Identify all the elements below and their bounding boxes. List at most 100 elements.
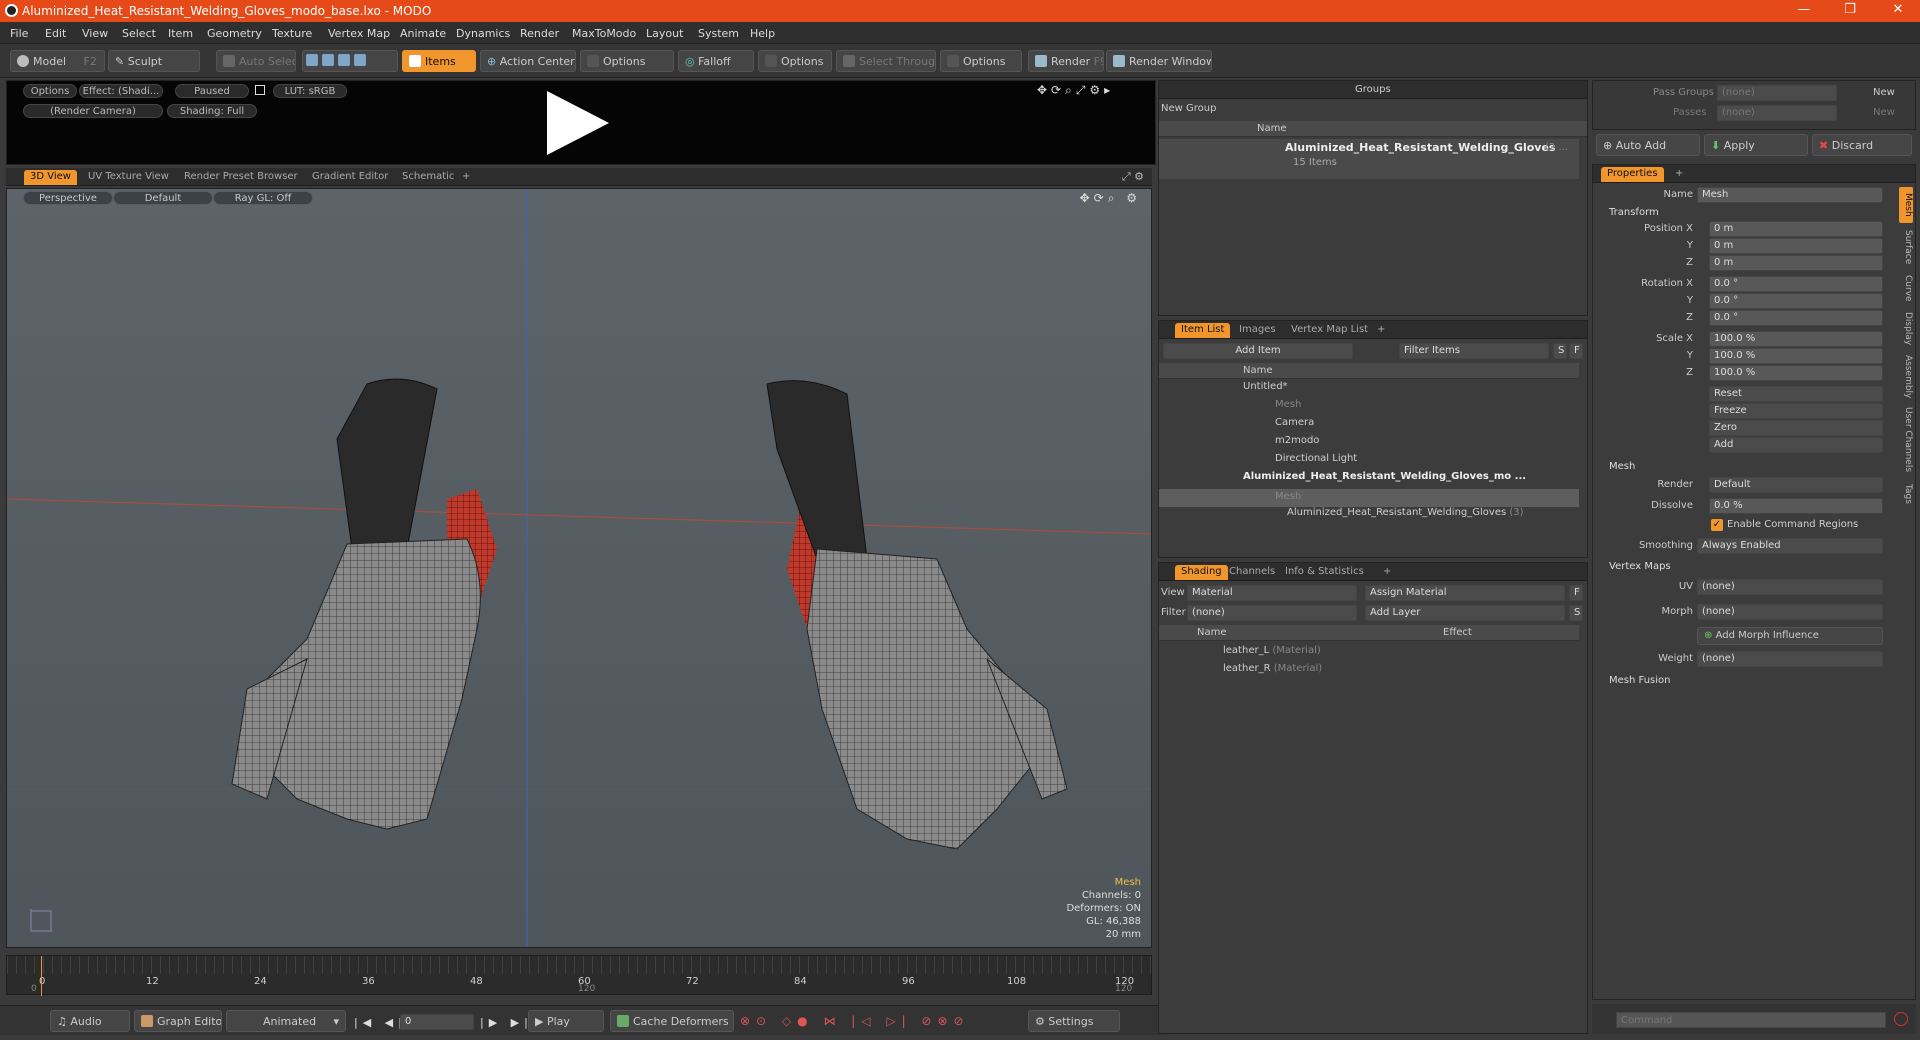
tab-vertex-map-list[interactable]: Vertex Map List [1285,323,1374,338]
shading-f-button[interactable]: F [1569,585,1583,601]
keyframe-controls[interactable]: ⊗⊙ ◇● ⋈ |◁ ▷| ⊘⊗⊘ [740,1014,970,1028]
add-tab-button[interactable]: + [456,170,476,185]
forward-controls[interactable]: |▶ ▶| [480,1016,533,1029]
item-untitled[interactable]: Untitled* [1243,381,1288,397]
filter-items-field[interactable]: Filter Items [1399,343,1549,359]
vertices-icon[interactable] [306,54,318,66]
menu-texture[interactable]: Texture [272,27,312,40]
rotation-z-field[interactable]: 0.0 ° [1709,310,1883,326]
tab-uv-texture-view[interactable]: UV Texture View [82,170,175,185]
render-button[interactable]: Render F9 [1028,50,1104,72]
maximize-button[interactable]: ❐ [1840,2,1860,17]
side-tab-user-channels[interactable]: User Channels [1899,405,1913,475]
tab-schematic[interactable]: Schematic [396,170,460,185]
select-through-options-button[interactable]: Options [940,50,1022,72]
filter-dropdown[interactable]: (none) [1187,605,1357,621]
filter-f-button[interactable]: F [1569,343,1583,359]
current-frame-field[interactable]: 0 [400,1014,474,1030]
scale-z-field[interactable]: 100.0 % [1709,365,1883,381]
mesh-section[interactable]: Mesh [1609,461,1635,472]
menu-system[interactable]: System [698,27,739,40]
filter-s-button[interactable]: S [1553,343,1567,359]
action-center-button[interactable]: ⊕ Action Center [480,50,576,72]
selection-mode-buttons[interactable] [302,50,398,72]
tab-render-preset-browser[interactable]: Render Preset Browser [178,170,304,185]
item-gloves-scene[interactable]: Aluminized_Heat_Resistant_Welding_Gloves… [1243,471,1526,487]
close-button[interactable]: ✕ [1888,2,1908,17]
preview-view-controls[interactable]: ✥⟳⌕⤢⚙▸ [1037,83,1114,98]
dissolve-field[interactable]: 0.0 % [1709,498,1883,514]
sculpt-mode-button[interactable]: ✎ Sculpt [108,50,200,72]
command-input[interactable] [1616,1012,1886,1028]
menu-help[interactable]: Help [750,27,775,40]
position-z-field[interactable]: 0 m [1709,255,1883,271]
tab-channels[interactable]: Channels [1223,565,1281,580]
playhead[interactable] [41,956,42,996]
3d-viewport[interactable]: Perspective Default Ray GL: Off ✥⟳⌕ ⚙ Me… [6,188,1152,948]
name-field[interactable]: Mesh [1697,187,1883,203]
play-button[interactable]: ▶ Play [528,1010,604,1032]
menu-select[interactable]: Select [122,27,156,40]
tab-gradient-editor[interactable]: Gradient Editor [306,170,394,185]
morph-dropdown[interactable]: (none) [1697,604,1883,620]
menu-animate[interactable]: Animate [400,27,446,40]
tab-images[interactable]: Images [1233,323,1282,338]
side-tab-tags[interactable]: Tags [1899,479,1913,509]
new-group-button[interactable]: New Group [1161,103,1216,114]
mesh-fusion-section[interactable]: Mesh Fusion [1609,675,1671,686]
discard-button[interactable]: ✖ Discard [1812,134,1912,156]
falloff-button[interactable]: ◎ Falloff [678,50,754,72]
item-camera[interactable]: Camera [1275,417,1314,433]
side-tab-surface[interactable]: Surface [1899,227,1913,267]
settings-button[interactable]: ⚙ Settings [1028,1010,1120,1032]
reset-dropdown[interactable]: Reset [1709,386,1883,402]
command-stop-icon[interactable] [1894,1012,1908,1026]
action-center-options-button[interactable]: Options [580,50,674,72]
render-preview[interactable]: Options Effect: (Shadi... Paused LUT: sR… [6,80,1156,165]
items-mode-button[interactable]: Items [402,50,476,72]
new-pass-group-button[interactable]: New [1873,87,1895,98]
transform-section[interactable]: Transform [1609,207,1659,218]
tab-properties[interactable]: Properties [1601,167,1664,182]
audio-button[interactable]: ♫ Audio [50,1010,130,1032]
polygons-icon[interactable] [338,54,350,66]
vertex-maps-section[interactable]: Vertex Maps [1609,561,1671,572]
edges-icon[interactable] [322,54,334,66]
new-pass-button[interactable]: New [1873,107,1895,118]
material-leather-l[interactable]: leather_L (Material) [1223,645,1321,661]
passes-dropdown[interactable]: (none) [1717,105,1837,121]
add-item-dropdown[interactable]: Add Item [1163,343,1353,359]
item-mesh[interactable]: Mesh [1275,399,1301,415]
add-tab-button[interactable]: + [1371,323,1391,338]
auto-select-button[interactable]: Auto Select [216,50,296,72]
tab-item-list[interactable]: Item List [1175,323,1231,338]
cache-deformers-button[interactable]: Cache Deformers [610,1010,734,1032]
side-tab-assembly[interactable]: Assembly [1899,353,1913,401]
zero-dropdown[interactable]: Zero [1709,420,1883,436]
position-x-field[interactable]: 0 m [1709,221,1883,237]
animated-dropdown[interactable]: Animated ▾ [226,1010,346,1032]
timeline[interactable]: 0 12 24 36 48 60 72 84 96 108 120 0 120 … [6,955,1153,996]
menu-view[interactable]: View [82,27,108,40]
scale-y-field[interactable]: 100.0 % [1709,348,1883,364]
menu-edit[interactable]: Edit [45,27,66,40]
add-morph-influence-button[interactable]: ⊕ Add Morph Influence [1697,627,1883,645]
freeze-dropdown[interactable]: Freeze [1709,403,1883,419]
add-tab-button[interactable]: + [1377,565,1397,580]
left-glove-mesh[interactable] [231,378,497,830]
tab-info-statistics[interactable]: Info & Statistics [1279,565,1370,580]
add-tab-button[interactable]: + [1669,167,1689,182]
play-preview-icon[interactable] [547,91,609,155]
assign-material-dropdown[interactable]: Assign Material [1365,585,1565,601]
smoothing-dropdown[interactable]: Always Enabled [1697,538,1883,554]
item-m2modo[interactable]: m2modo [1275,435,1319,451]
auto-add-button[interactable]: ⊕ Auto Add [1596,134,1700,156]
menu-vertex-map[interactable]: Vertex Map [328,27,390,40]
materials-icon[interactable] [354,54,366,66]
item-gloves[interactable]: Aluminized_Heat_Resistant_Welding_Gloves… [1287,507,1524,523]
rotation-x-field[interactable]: 0.0 ° [1709,276,1883,292]
apply-button[interactable]: ⬇ Apply [1704,134,1808,156]
viewport-settings-icon[interactable]: ⤢ ⚙ [1122,170,1144,184]
add-layer-dropdown[interactable]: Add Layer [1365,605,1565,621]
model-mode-button[interactable]: Model F2 [10,50,105,72]
